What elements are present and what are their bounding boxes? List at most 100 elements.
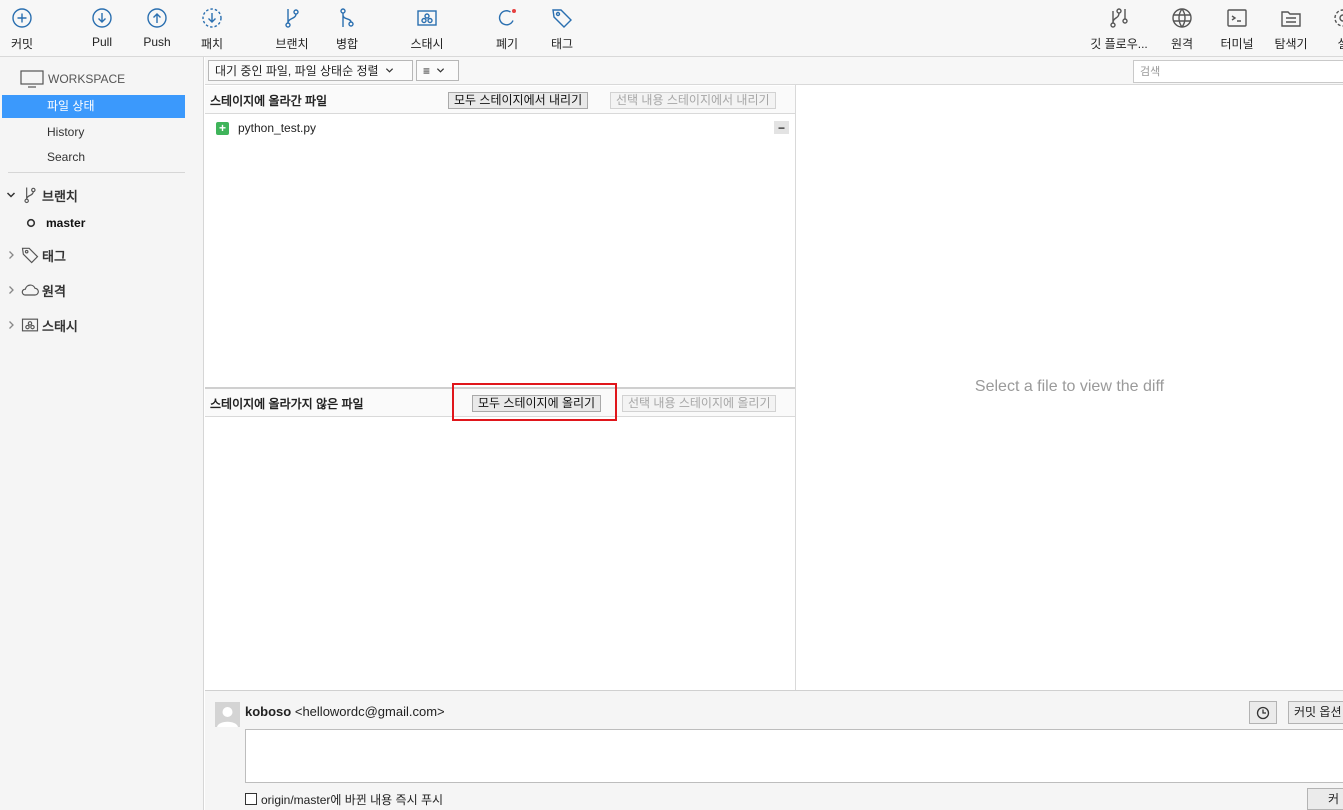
commit-message-input[interactable] xyxy=(245,729,1343,783)
sidebar-item-search[interactable]: Search xyxy=(2,146,185,169)
patch-icon xyxy=(202,8,222,28)
discard-label: 폐기 xyxy=(495,37,519,51)
push-button[interactable]: Push xyxy=(143,6,171,52)
branch-name: master xyxy=(46,216,86,230)
unstage-file-button[interactable]: − xyxy=(774,121,789,135)
staged-files-title: 스테이지에 올라간 파일 xyxy=(210,94,328,108)
patch-label: 패치 xyxy=(200,37,224,51)
tag-button[interactable]: 태그 xyxy=(548,6,576,52)
pull-button[interactable]: Pull xyxy=(88,6,116,52)
stash-label: 스태시 xyxy=(410,37,444,51)
staged-files-header: 스테이지에 올라간 파일 모두 스테이지에서 내리기 선택 내용 스테이지에서 … xyxy=(205,86,795,114)
sidebar-item-file-status[interactable]: 파일 상태 xyxy=(2,95,185,118)
author-email: <hellowordc@gmail.com> xyxy=(294,704,445,719)
monitor-icon xyxy=(20,70,44,88)
sidebar-group-tags[interactable]: 태그 xyxy=(4,244,66,266)
branch-button[interactable]: 브랜치 xyxy=(272,6,312,52)
patch-button[interactable]: 패치 xyxy=(198,6,226,52)
plus-circle-icon xyxy=(12,8,32,28)
chevron-down-icon xyxy=(4,190,18,200)
tag-label: 태그 xyxy=(550,37,574,51)
gear-icon xyxy=(1334,9,1343,27)
sidebar-group-branches[interactable]: 브랜치 xyxy=(4,184,78,206)
sidebar-group-stashes[interactable]: 스태시 xyxy=(4,314,78,336)
clock-icon xyxy=(1256,706,1270,719)
stash-button[interactable]: 스태시 xyxy=(406,6,448,52)
workspace-title: WORKSPACE xyxy=(48,72,126,86)
terminal-button[interactable]: 터미널 xyxy=(1218,6,1256,52)
stashes-label: 스태시 xyxy=(42,318,78,334)
file-filter-dropdown[interactable]: 대기 중인 파일, 파일 상태순 정렬 xyxy=(208,60,413,81)
file-added-icon: + xyxy=(216,121,229,135)
stash-icon xyxy=(21,318,39,332)
remotes-label: 원격 xyxy=(42,283,66,299)
folder-icon xyxy=(1281,11,1301,27)
tag-icon xyxy=(552,9,572,28)
push-immediately-option: origin/master에 바뀐 내용 즉시 푸시 xyxy=(245,791,443,807)
remote-button[interactable]: 원격 xyxy=(1168,6,1196,52)
current-branch-icon xyxy=(26,218,36,228)
explorer-button[interactable]: 탐색기 xyxy=(1272,6,1310,52)
merge-button[interactable]: 병합 xyxy=(333,6,361,52)
explorer-label: 탐색기 xyxy=(1274,37,1308,51)
sidebar-item-history[interactable]: History xyxy=(2,121,185,144)
toolbar: 커밋 Pull Push 패치 브랜치 병합 스태시 폐기 태그 깃 플로우..… xyxy=(0,0,1343,57)
commit-history-button[interactable] xyxy=(1249,701,1277,724)
branch-icon xyxy=(285,9,299,28)
commit-author: koboso <hellowordc@gmail.com> xyxy=(245,704,445,719)
staged-file-row[interactable]: + python_test.py − xyxy=(205,118,795,138)
commit-area: koboso <hellowordc@gmail.com> 커밋 옵션 orig… xyxy=(205,690,1343,810)
globe-icon xyxy=(1172,8,1192,28)
merge-icon xyxy=(340,8,354,27)
file-filter-value: 대기 중인 파일, 파일 상태순 정렬 xyxy=(215,64,379,78)
view-mode-dropdown[interactable]: ≡ xyxy=(416,60,459,81)
chevron-right-icon xyxy=(4,285,18,295)
git-flow-button[interactable]: 깃 플로우... xyxy=(1086,6,1152,52)
author-name: koboso xyxy=(245,704,292,719)
settings-button[interactable]: 설 xyxy=(1328,6,1343,52)
chevron-right-icon xyxy=(4,320,18,330)
staged-file-name: python_test.py xyxy=(238,121,317,135)
settings-label: 설 xyxy=(1337,37,1343,51)
push-immediately-checkbox[interactable] xyxy=(245,793,257,805)
branch-label: 브랜치 xyxy=(275,37,309,51)
git-flow-label: 깃 플로우... xyxy=(1090,37,1148,51)
sidebar-divider xyxy=(8,172,185,173)
chevron-down-icon xyxy=(436,68,445,73)
workspace-header: WORKSPACE xyxy=(20,69,125,89)
list-icon: ≡ xyxy=(423,63,431,78)
avatar xyxy=(215,702,240,727)
stash-icon xyxy=(417,10,437,26)
push-label: Push xyxy=(143,35,171,49)
filter-bar: 대기 중인 파일, 파일 상태순 정렬 ≡ xyxy=(205,57,1343,85)
git-flow-icon xyxy=(1110,8,1128,28)
arrow-up-circle-icon xyxy=(147,8,167,28)
unstage-selected-button[interactable]: 선택 내용 스테이지에서 내리기 xyxy=(610,92,776,109)
cloud-icon xyxy=(21,284,39,296)
commit-button[interactable]: 커 xyxy=(1307,788,1343,810)
stage-selected-button[interactable]: 선택 내용 스테이지에 올리기 xyxy=(622,395,777,412)
arrow-down-circle-icon xyxy=(92,8,112,28)
branch-icon xyxy=(24,187,36,204)
sidebar: WORKSPACE 파일 상태 History Search 브랜치 maste… xyxy=(0,57,204,810)
branches-label: 브랜치 xyxy=(42,188,78,204)
discard-button[interactable]: 폐기 xyxy=(493,6,521,52)
search-input[interactable] xyxy=(1133,60,1343,83)
diff-empty-message: Select a file to view the diff xyxy=(974,378,1165,395)
terminal-label: 터미널 xyxy=(1220,37,1254,51)
stage-all-highlight xyxy=(452,383,617,421)
commit-toolbar-button[interactable]: 커밋 xyxy=(8,6,36,52)
sidebar-group-remotes[interactable]: 원격 xyxy=(4,279,66,301)
tags-label: 태그 xyxy=(42,248,66,264)
unstage-all-button[interactable]: 모두 스테이지에서 내리기 xyxy=(448,92,589,109)
chevron-down-icon xyxy=(385,68,393,73)
discard-icon xyxy=(498,9,516,26)
unstaged-files-title: 스테이지에 올라가지 않은 파일 xyxy=(210,397,364,411)
branch-item-master[interactable]: master xyxy=(26,213,85,233)
terminal-icon xyxy=(1227,9,1247,27)
pull-label: Pull xyxy=(91,35,112,49)
remote-label: 원격 xyxy=(1170,37,1194,51)
commit-toolbar-label: 커밋 xyxy=(10,37,34,51)
commit-options-button[interactable]: 커밋 옵션 xyxy=(1288,701,1343,724)
merge-label: 병합 xyxy=(335,37,359,51)
